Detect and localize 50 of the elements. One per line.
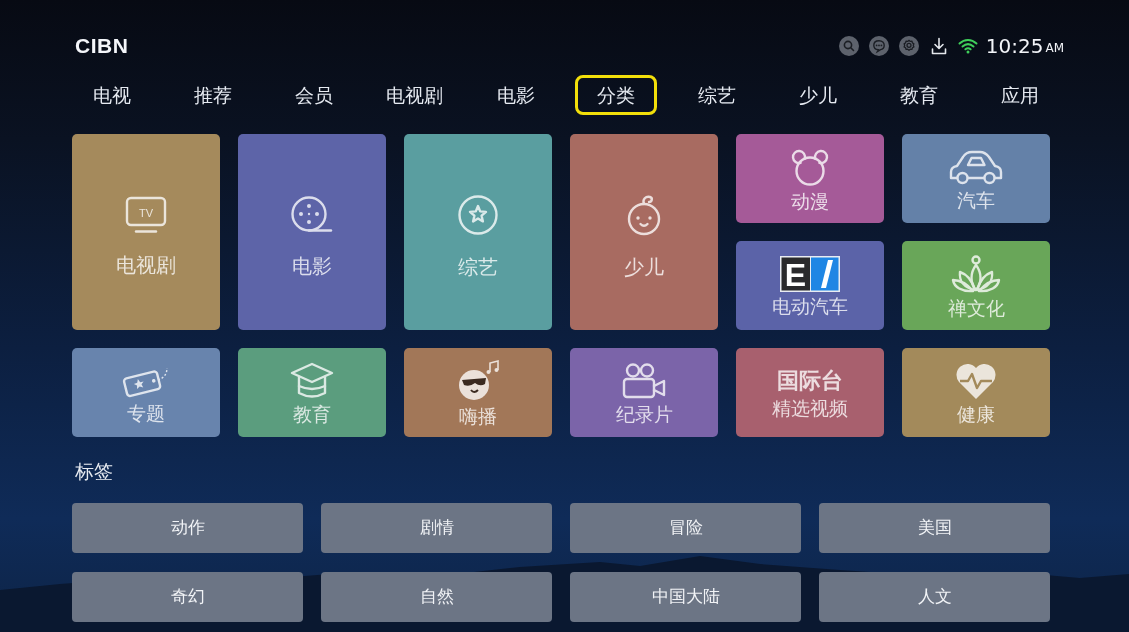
- tag-button[interactable]: 动作: [72, 503, 303, 553]
- nav-tab[interactable]: 电影: [474, 75, 557, 115]
- lotus-icon: [951, 254, 1001, 294]
- category-tile[interactable]: 动漫: [736, 134, 884, 223]
- search-icon[interactable]: [838, 36, 859, 56]
- ev-logo: E: [780, 256, 840, 292]
- category-tile[interactable]: 健康: [902, 348, 1050, 437]
- film-reel-icon: [290, 195, 334, 235]
- heart-pulse-icon: [954, 362, 998, 400]
- settings-icon[interactable]: [898, 36, 919, 56]
- clock-meridiem: AM: [1045, 42, 1064, 56]
- nav-tab[interactable]: 会员: [272, 75, 355, 115]
- tag-button[interactable]: 冒险: [570, 503, 801, 553]
- wifi-icon: [957, 38, 978, 54]
- channel-logo: 国际台: [777, 368, 843, 394]
- tag-button[interactable]: 剧情: [321, 503, 552, 553]
- nav-tab[interactable]: 电视: [71, 75, 153, 115]
- category-tile[interactable]: 综艺: [404, 134, 552, 330]
- nav-tab[interactable]: 少儿: [777, 75, 860, 115]
- nav-tab[interactable]: 电视剧: [373, 75, 456, 115]
- graduation-cap-icon: [290, 362, 334, 400]
- category-tile[interactable]: 国际台 精选视频: [736, 348, 884, 437]
- category-tile[interactable]: 纪录片: [570, 348, 718, 437]
- download-icon[interactable]: [930, 37, 947, 55]
- tag-button[interactable]: 中国大陆: [570, 572, 801, 622]
- nav-tab[interactable]: 应用: [978, 75, 1061, 115]
- category-tile[interactable]: 电影: [238, 134, 386, 330]
- star-circle-icon: [457, 194, 499, 236]
- tag-button[interactable]: 自然: [321, 572, 552, 622]
- clock-time: 10:25: [985, 36, 1044, 56]
- brand-logo: CIBN: [74, 33, 129, 60]
- video-camera-icon: [621, 362, 667, 400]
- car-icon: [947, 148, 1005, 186]
- category-tile[interactable]: 嗨播: [404, 348, 552, 437]
- nav-tab[interactable]: 综艺: [676, 75, 759, 115]
- nav-tab[interactable]: 推荐: [171, 75, 254, 115]
- category-tile[interactable]: 教育: [238, 348, 386, 437]
- tag-button[interactable]: 美国: [819, 503, 1050, 553]
- tag-button[interactable]: 人文: [819, 572, 1050, 622]
- tag-button[interactable]: 奇幻: [72, 572, 303, 622]
- nav-tab[interactable]: 教育: [878, 75, 960, 115]
- section-heading: 标签: [74, 459, 114, 483]
- category-tile[interactable]: 汽车: [902, 134, 1050, 223]
- category-tile[interactable]: 专题: [72, 348, 220, 437]
- category-tile[interactable]: E 电动汽车: [736, 241, 884, 330]
- category-tile[interactable]: 少儿: [570, 134, 718, 330]
- message-icon[interactable]: [868, 36, 889, 56]
- nav-tab[interactable]: 分类: [575, 75, 658, 115]
- category-tile[interactable]: 禅文化: [902, 241, 1050, 330]
- category-tile[interactable]: TV 电视剧: [72, 134, 220, 330]
